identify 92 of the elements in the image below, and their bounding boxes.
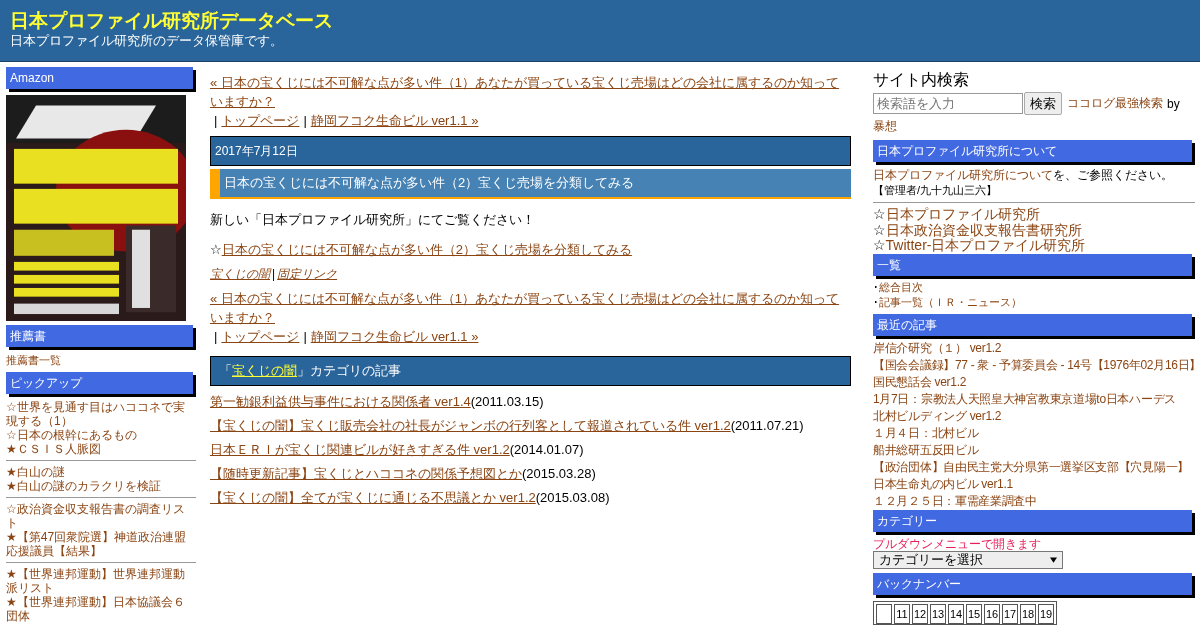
next-post-link[interactable]: 静岡フコク生命ビル ver1.1 »: [310, 329, 479, 344]
recent-post-link[interactable]: 国民懇話会 ver1.2: [873, 373, 1195, 391]
article-date: (2015.03.08): [535, 490, 610, 505]
article-date: (2011.07.21): [730, 418, 804, 433]
bullet: ･: [873, 295, 879, 308]
site-subtitle: 日本プロファイル研究所のデータ保管庫です。: [10, 32, 284, 50]
bracket: 「: [219, 363, 232, 378]
article-link[interactable]: 【宝くじの闇】全てが宝くじに通じる不思議とか ver1.2: [210, 490, 536, 505]
previous-post-link[interactable]: « 日本の宝くじには不可解な点が多い件（1）あなたが買っている宝くじ売場はどの会社に属するのか知っていますか？: [210, 73, 851, 111]
search-button[interactable]: 検索: [1024, 92, 1062, 115]
site-title[interactable]: 日本プロファイル研究所データベース: [10, 10, 1190, 32]
post-text: 新しい「日本プロファイル研究所」にてご覧ください！: [210, 211, 536, 229]
recent-post-link[interactable]: １２月２５日：軍需産業調査中: [873, 492, 1195, 510]
site-link[interactable]: Twitter-日本プロファイル研究所: [885, 237, 1086, 253]
category-heading: 」カテゴリの記事: [297, 363, 401, 378]
star-mark: ☆: [873, 237, 886, 253]
top-page-link[interactable]: トップページ: [221, 113, 300, 128]
recent-post-link[interactable]: 【政治団体】自由民主党大分県第一選挙区支部【穴見陽一】: [873, 458, 1195, 476]
widget-heading: 最近の記事: [873, 313, 1192, 336]
search-service-link[interactable]: ココログ最強検索: [1067, 95, 1163, 112]
credit-text: by: [1167, 96, 1180, 111]
widget-heading: 推薦書: [6, 325, 193, 347]
pickup-link[interactable]: ☆日本の根幹にあるもの: [6, 428, 196, 442]
search-heading: サイト内検索: [873, 70, 970, 90]
article-date: (2014.01.07): [509, 442, 584, 457]
category-dropdown[interactable]: カテゴリーを選択: [873, 550, 1063, 569]
about-text: を、ご参照ください。: [1053, 168, 1173, 182]
widget-heading: Amazon: [6, 67, 193, 89]
category-link[interactable]: 宝くじの闇: [232, 363, 297, 378]
pickup-link[interactable]: ★【第47回衆院選】神道政治連盟応援議員【結果】: [6, 530, 196, 558]
calendar-day[interactable]: 15: [966, 603, 982, 624]
admin-text: 【管理者/九十九山三六】: [873, 183, 999, 198]
calendar-day[interactable]: 11: [894, 603, 910, 624]
book-list-link[interactable]: 推薦書一覧: [6, 353, 196, 368]
article-link[interactable]: 第一勧銀利益供与事件における関係者 ver1.4: [210, 394, 471, 409]
pickup-link[interactable]: ★ＣＳＩＳ人脈図: [6, 442, 196, 456]
post-title: 日本の宝くじには不可解な点が多い件（2）宝くじ売場を分類してみる: [210, 169, 851, 199]
separator: |: [214, 113, 218, 128]
recent-post-link[interactable]: １月４日：北村ビル: [873, 424, 1195, 442]
pickup-link[interactable]: ☆政治資金収支報告書の調査リスト: [6, 502, 196, 530]
calendar-day[interactable]: 12: [912, 603, 928, 624]
site-link[interactable]: 日本政治資金収支報告書研究所: [885, 221, 1082, 238]
article-link[interactable]: 【随時更新記事】宝くじとハココネの関係予想図とか: [210, 466, 522, 481]
recent-post-link[interactable]: 日本生命丸の内ビル ver1.1: [873, 475, 1195, 493]
post-link[interactable]: 日本の宝くじには不可解な点が多い件（2）宝くじ売場を分類してみる: [221, 242, 632, 257]
separator: |: [272, 267, 276, 281]
author-link[interactable]: 暴想: [873, 118, 1195, 135]
calendar-day[interactable]: 16: [984, 603, 1000, 624]
star-mark: ☆: [873, 206, 886, 222]
star-mark: ☆: [210, 242, 222, 257]
top-page-link[interactable]: トップページ: [221, 329, 300, 344]
widget-heading: 一覧: [873, 253, 1192, 276]
star-mark: ☆: [873, 221, 886, 238]
article-date: (2015.03.28): [522, 466, 596, 481]
article-link[interactable]: 【宝くじの闇】宝くじ販売会社の社長がジャンボの行列客として報道されている件 ver1.2: [210, 418, 731, 433]
pickup-link[interactable]: ☆世界を見通す目はハココネで実現する（1）: [6, 400, 196, 428]
date-heading: 2017年7月12日: [210, 136, 851, 166]
calendar-day[interactable]: 17: [1002, 603, 1018, 624]
widget-heading: 日本プロファイル研究所について: [873, 140, 1192, 162]
calendar-day[interactable]: 14: [948, 603, 964, 624]
recent-post-link[interactable]: 船井総研五反田ビル: [873, 441, 1195, 459]
about-link[interactable]: 日本プロファイル研究所について: [873, 168, 1053, 182]
dropdown-note: プルダウンメニューで開きます: [873, 536, 1042, 551]
widget-heading: バックナンバー: [873, 572, 1192, 595]
pickup-link[interactable]: ★白山の謎のカラクリを検証: [6, 479, 196, 493]
pickup-link[interactable]: ★【世界連邦運動】世界連邦運動派リスト: [6, 567, 196, 595]
widget-heading: ピックアップ: [6, 372, 193, 394]
widget-heading: カテゴリー: [873, 509, 1192, 532]
category-link[interactable]: 宝くじの闇: [210, 267, 270, 281]
previous-post-link[interactable]: « 日本の宝くじには不可解な点が多い件（1）あなたが買っている宝くじ売場はどの会社に属するのか知っていますか？: [210, 289, 851, 327]
site-link[interactable]: 日本プロファイル研究所: [885, 206, 1040, 222]
article-link[interactable]: 日本ＥＲＩが宝くじ関連ビルが好きすぎる件 ver1.2: [210, 442, 510, 457]
dropdown-arrow-icon: [1050, 556, 1057, 563]
recent-post-link[interactable]: 北村ビルディング ver1.2: [873, 407, 1195, 425]
pickup-link[interactable]: ★【世界連邦運動】日本協議会６団体: [6, 595, 196, 623]
index-link[interactable]: 記事一覧（ＩＲ・ニュース）: [879, 295, 1022, 308]
separator: |: [214, 329, 218, 344]
calendar-day[interactable]: 18: [1020, 603, 1036, 624]
index-link[interactable]: 総合目次: [879, 280, 923, 293]
recent-post-link[interactable]: 1月7日：宗教法人天照皇大神宮教東京道場to日本ハーデス: [873, 390, 1195, 408]
recent-post-link[interactable]: 岸信介研究（１） ver1.2: [873, 339, 1195, 357]
article-date: (2011.03.15): [470, 394, 544, 409]
pickup-link[interactable]: ★白山の謎: [6, 465, 196, 479]
permalink[interactable]: 固定リンク: [277, 267, 338, 281]
calendar-day[interactable]: 19: [1038, 603, 1054, 624]
calendar-day[interactable]: 13: [930, 603, 946, 624]
next-post-link[interactable]: 静岡フコク生命ビル ver1.1 »: [310, 113, 479, 128]
separator: |: [303, 113, 307, 128]
recent-post-link[interactable]: 【国会会議録】77 - 衆 - 予算委員会 - 14号【1976年02月16日】: [873, 356, 1195, 374]
search-field[interactable]: 検索語を入力: [873, 93, 1023, 114]
bullet: ･: [873, 280, 879, 293]
separator: |: [303, 329, 307, 344]
